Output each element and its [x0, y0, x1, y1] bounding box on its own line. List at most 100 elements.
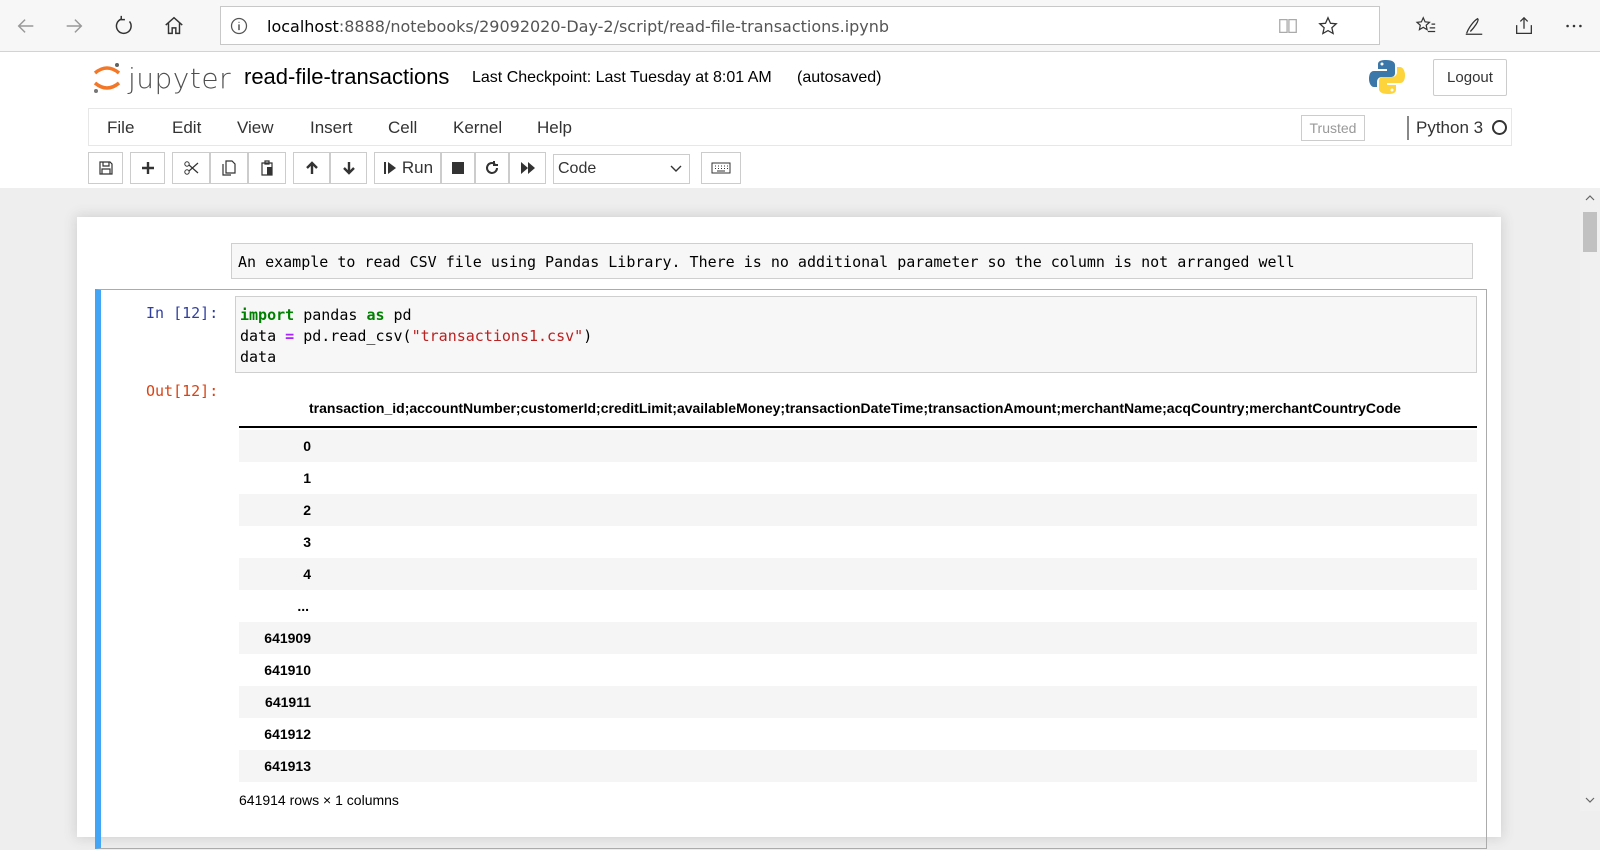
code-cell-selected[interactable]: In [12]: import pandas as pd data = pd.r…: [95, 289, 1487, 849]
cell-type-select[interactable]: Code: [553, 154, 690, 184]
run-button[interactable]: Run: [374, 152, 441, 184]
code-text: data: [240, 348, 277, 366]
arrow-up-icon: [305, 161, 318, 174]
dataframe-shape-footer: 641914 rows × 1 columns: [239, 792, 399, 808]
step-forward-icon: [383, 162, 396, 174]
run-label: Run: [401, 158, 434, 177]
chevron-down-icon: [670, 165, 682, 172]
row-index: 4: [303, 566, 311, 582]
logout-button[interactable]: Logout: [1433, 59, 1507, 96]
table-row: 641912: [239, 718, 1477, 750]
row-index: 0: [303, 438, 311, 454]
save-button[interactable]: [88, 152, 123, 184]
reading-view-icon[interactable]: [1277, 15, 1299, 37]
jupyter-logo-text: jupyter: [128, 61, 232, 95]
restart-run-all-button[interactable]: [509, 152, 546, 184]
insert-cell-button[interactable]: [130, 152, 165, 184]
code-text: pd.read_csv(: [294, 327, 412, 345]
menu-kernel[interactable]: Kernel: [453, 118, 502, 138]
more-button[interactable]: [1556, 8, 1592, 44]
jupyter-header: jupyter read-file-transactions Last Chec…: [0, 52, 1600, 188]
trusted-badge[interactable]: Trusted: [1301, 115, 1365, 141]
chevron-down-icon[interactable]: [1584, 794, 1596, 806]
scrollbar-thumb[interactable]: [1583, 212, 1597, 252]
copy-button[interactable]: [210, 152, 248, 184]
dataframe-output[interactable]: transaction_id;accountNumber;customerId;…: [235, 390, 1477, 850]
code-input[interactable]: import pandas as pd data = pd.read_csv("…: [235, 296, 1477, 373]
row-index: ...: [297, 598, 309, 614]
share-button[interactable]: [1506, 8, 1542, 44]
move-down-button[interactable]: [330, 152, 367, 184]
code-text: pandas: [294, 306, 367, 324]
row-index: 3: [303, 534, 311, 550]
stop-icon: [452, 162, 464, 174]
code-text: ): [583, 327, 593, 345]
notebook-title[interactable]: read-file-transactions: [244, 64, 449, 90]
info-icon: [230, 17, 248, 35]
row-index: 641913: [264, 758, 311, 774]
pen-icon: [1465, 17, 1483, 35]
table-row: 641911: [239, 686, 1477, 718]
refresh-button[interactable]: [106, 8, 142, 44]
refresh-icon: [115, 15, 132, 35]
page-scrollbar[interactable]: [1580, 188, 1600, 811]
cell-type-value: Code: [558, 160, 597, 177]
row-index: 1: [303, 470, 311, 486]
kernel-name[interactable]: Python 3: [1416, 118, 1483, 138]
restart-button[interactable]: [475, 152, 509, 184]
table-row: 3: [239, 526, 1477, 558]
forward-button[interactable]: [56, 8, 92, 44]
notebook-toolbar: Run Code: [0, 152, 1600, 186]
menu-edit[interactable]: Edit: [172, 118, 201, 138]
notebook-page: An example to read CSV file using Pandas…: [77, 217, 1501, 849]
arrow-right-icon: [66, 19, 83, 33]
table-row: 0: [239, 430, 1477, 462]
cut-button[interactable]: [172, 152, 210, 184]
paste-button[interactable]: [248, 152, 286, 184]
plus-icon: [141, 162, 154, 174]
jupyter-logo-icon: [93, 63, 121, 93]
markdown-cell[interactable]: An example to read CSV file using Pandas…: [231, 243, 1473, 279]
notes-button[interactable]: [1456, 8, 1492, 44]
menu-insert[interactable]: Insert: [310, 118, 353, 138]
dataframe-column-header: transaction_id;accountNumber;customerId;…: [309, 400, 1401, 416]
more-dots-icon: [1566, 24, 1582, 28]
arrow-down-icon: [342, 162, 355, 175]
arrow-left-icon: [17, 19, 34, 33]
home-button[interactable]: [156, 8, 192, 44]
notebook-container: An example to read CSV file using Pandas…: [0, 188, 1580, 849]
home-icon: [165, 16, 183, 35]
row-index: 641912: [264, 726, 311, 742]
menu-help[interactable]: Help: [537, 118, 572, 138]
jupyter-logo[interactable]: jupyter: [92, 61, 231, 95]
address-bar[interactable]: localhost:8888/notebooks/29092020-Day-2/…: [220, 6, 1380, 45]
url-text: localhost:8888/notebooks/29092020-Day-2/…: [267, 17, 890, 36]
command-palette-button[interactable]: [701, 152, 741, 184]
save-icon: [98, 161, 113, 175]
move-up-button[interactable]: [293, 152, 330, 184]
output-prompt: Out[12]:: [146, 382, 219, 400]
menu-view[interactable]: View: [237, 118, 274, 138]
row-index: 641911: [265, 694, 311, 710]
row-index: 641910: [264, 662, 311, 678]
favorite-star-icon[interactable]: [1317, 15, 1339, 37]
copy-icon: [222, 160, 236, 176]
chevron-up-icon[interactable]: [1584, 192, 1596, 204]
python-logo-icon: [1369, 60, 1405, 94]
code-string: "transactions1.csv": [411, 327, 584, 345]
row-index: 641909: [264, 630, 311, 646]
code-text: pd: [384, 306, 412, 324]
menu-cell[interactable]: Cell: [388, 118, 417, 138]
input-prompt: In [12]:: [146, 304, 219, 322]
table-row: ...: [239, 590, 1477, 622]
table-row: 641910: [239, 654, 1477, 686]
dataframe-header-rule: [239, 426, 1477, 428]
menu-bar: File Edit View Insert Cell Kernel Help T…: [88, 108, 1512, 146]
menu-file[interactable]: File: [107, 118, 134, 138]
interrupt-button[interactable]: [441, 152, 475, 184]
browser-toolbar: localhost:8888/notebooks/29092020-Day-2/…: [0, 0, 1600, 52]
favorites-button[interactable]: [1408, 8, 1444, 44]
favorites-list-icon: [1415, 16, 1436, 33]
checkpoint-status: Last Checkpoint: Last Tuesday at 8:01 AM: [472, 69, 772, 86]
back-button[interactable]: [8, 8, 44, 44]
